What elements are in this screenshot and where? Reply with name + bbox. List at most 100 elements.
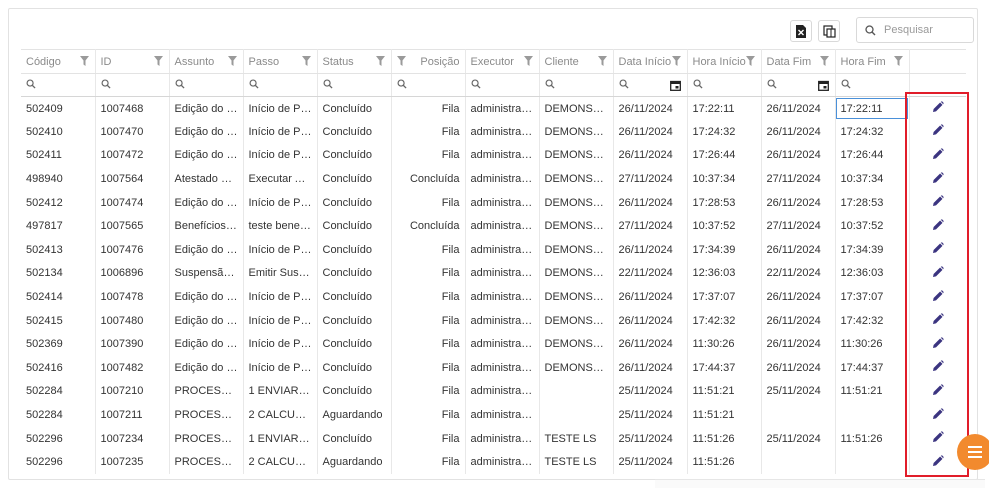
floating-menu-button[interactable] xyxy=(957,434,989,470)
column-chooser-button[interactable] xyxy=(818,20,840,42)
cell-hora-fim xyxy=(835,450,910,474)
edit-action-cell[interactable] xyxy=(909,214,966,238)
edit-pencil-icon[interactable] xyxy=(932,313,944,328)
column-header-data-fim[interactable]: Data Fim xyxy=(761,49,836,74)
filter-funnel-icon[interactable] xyxy=(745,56,755,66)
table-row[interactable]: 502411 1007472 Edição do fu... Início de Pr… xyxy=(21,143,966,168)
edit-pencil-icon[interactable] xyxy=(932,384,944,399)
search-input[interactable] xyxy=(882,23,966,37)
column-header-data-inicio[interactable]: Data Início xyxy=(613,49,688,74)
edit-action-cell[interactable] xyxy=(909,285,966,309)
edit-action-cell[interactable] xyxy=(909,309,966,333)
edit-action-cell[interactable] xyxy=(909,167,966,191)
edit-pencil-icon[interactable] xyxy=(932,337,944,352)
table-row[interactable]: 502369 1007390 Edição do fu... Início de Pr… xyxy=(21,332,966,357)
edit-action-cell[interactable] xyxy=(909,356,966,380)
filter-cell-data-inicio[interactable] xyxy=(613,73,688,97)
edit-action-cell[interactable] xyxy=(909,97,966,121)
filter-cell-codigo[interactable] xyxy=(21,73,96,97)
filter-funnel-icon[interactable] xyxy=(79,56,89,66)
table-row[interactable]: 5022841007211PROCESSO I...2 CALCULAR ...… xyxy=(21,403,966,427)
table-row[interactable]: 502413 1007476 Edição do fu... Início de Pr… xyxy=(21,238,966,262)
filter-funnel-icon[interactable] xyxy=(396,56,406,66)
table-row[interactable]: 502410 1007470 Edição do fu... Início de Pr… xyxy=(21,120,966,144)
cell-data-fim: 27/11/2024 xyxy=(761,214,836,239)
edit-action-cell[interactable] xyxy=(909,380,966,404)
filter-funnel-icon[interactable] xyxy=(153,56,163,66)
table-row[interactable]: 502409 1007468 Edição do fu... Início de Pr… xyxy=(21,96,966,121)
filter-funnel-icon[interactable] xyxy=(819,56,829,66)
edit-pencil-icon[interactable] xyxy=(932,195,944,210)
column-header-assunto[interactable]: Assunto xyxy=(169,49,244,74)
column-header-status[interactable]: Status xyxy=(317,49,392,74)
filter-cell-executor[interactable] xyxy=(465,73,540,97)
filter-cell-passo[interactable] xyxy=(243,73,318,97)
column-header-passo[interactable]: Passo xyxy=(243,49,318,74)
filter-funnel-icon[interactable] xyxy=(523,56,533,66)
edit-pencil-icon[interactable] xyxy=(932,171,944,187)
edit-pencil-icon[interactable] xyxy=(932,219,944,234)
column-header-hora-inicio[interactable]: Hora Início xyxy=(687,49,762,74)
cell-passo: Início de Pro... xyxy=(243,190,318,215)
table-row[interactable]: 497817 1007565 Benefícios d... teste benefi… xyxy=(21,214,966,239)
column-header-cliente[interactable]: Cliente xyxy=(539,49,614,74)
edit-pencil-icon[interactable] xyxy=(932,101,944,116)
edit-action-cell[interactable] xyxy=(909,144,966,168)
table-row[interactable]: 5022961007234PROCESSO I...1 ENVIAR D...C… xyxy=(21,426,966,451)
filter-cell-status[interactable] xyxy=(317,73,392,97)
edit-pencil-icon[interactable] xyxy=(932,360,944,375)
filter-funnel-icon[interactable] xyxy=(375,56,385,66)
table-row[interactable]: 502412 1007474 Edição do fu... Início de Pr… xyxy=(21,190,966,215)
filter-cell-id[interactable] xyxy=(95,73,170,97)
table-row[interactable]: 5022961007235PROCESSO I...2 CALCULAR ...… xyxy=(21,450,966,474)
cell-data-fim: 25/11/2024 xyxy=(761,426,836,451)
edit-action-cell[interactable] xyxy=(909,262,966,286)
calendar-icon[interactable] xyxy=(817,80,829,94)
edit-pencil-icon[interactable] xyxy=(932,289,944,305)
cell-id: 1007470 xyxy=(95,120,170,144)
calendar-icon[interactable] xyxy=(669,80,681,94)
edit-action-cell[interactable] xyxy=(909,332,966,356)
column-header-codigo[interactable]: Código xyxy=(21,49,96,74)
filter-funnel-icon[interactable] xyxy=(893,56,903,66)
table-row[interactable]: 5022841007210PROCESSO I...1 ENVIAR D...C… xyxy=(21,379,966,404)
cell-codigo: 502284 xyxy=(21,403,96,427)
cell-hora-fim: 11:51:26 xyxy=(835,426,910,451)
edit-action-cell[interactable] xyxy=(909,238,966,262)
table-row[interactable]: 502134 1006896 Suspensão 4... Emitir Suspe.… xyxy=(21,261,966,286)
cell-cliente: DEMONSTR... xyxy=(539,238,614,262)
edit-pencil-icon[interactable] xyxy=(932,431,944,446)
excel-export-button[interactable] xyxy=(790,20,812,42)
edit-action-cell[interactable] xyxy=(909,403,966,427)
edit-pencil-icon[interactable] xyxy=(932,266,944,281)
column-header-posicao[interactable]: Posição xyxy=(391,49,466,74)
table-row[interactable]: 502414 1007478 Edição do fu... Início de Pr… xyxy=(21,285,966,309)
filter-funnel-icon[interactable] xyxy=(597,56,607,66)
filter-funnel-icon[interactable] xyxy=(671,56,681,66)
cell-cliente: DEMONSTR... xyxy=(539,356,614,380)
edit-pencil-icon[interactable] xyxy=(932,455,944,470)
cell-codigo: 502296 xyxy=(21,426,96,451)
table-row[interactable]: 502415 1007480 Edição do fu... Início de Pr… xyxy=(21,308,966,333)
filter-funnel-icon[interactable] xyxy=(227,56,237,66)
search-box[interactable] xyxy=(856,17,974,43)
filter-cell-hora-fim[interactable] xyxy=(835,73,910,97)
table-row[interactable]: 498940 1007564 Atestado do ... Executar Ate… xyxy=(21,167,966,191)
column-header-id[interactable]: ID xyxy=(95,49,170,74)
column-header-hora-fim[interactable]: Hora Fim xyxy=(835,49,910,74)
filter-cell-posicao[interactable] xyxy=(391,73,466,97)
edit-pencil-icon[interactable] xyxy=(932,242,944,257)
edit-pencil-icon[interactable] xyxy=(932,148,944,163)
cell-hora-inicio: 17:44:37 xyxy=(687,356,762,380)
edit-pencil-icon[interactable] xyxy=(932,124,944,139)
edit-action-cell[interactable] xyxy=(909,120,966,144)
table-row[interactable]: 502416 1007482 Edição do fu... Início de Pr… xyxy=(21,356,966,380)
edit-pencil-icon[interactable] xyxy=(932,407,944,423)
filter-funnel-icon[interactable] xyxy=(301,56,311,66)
filter-cell-data-fim[interactable] xyxy=(761,73,836,97)
filter-cell-assunto[interactable] xyxy=(169,73,244,97)
filter-cell-hora-inicio[interactable] xyxy=(687,73,762,97)
column-header-executor[interactable]: Executor xyxy=(465,49,540,74)
filter-cell-cliente[interactable] xyxy=(539,73,614,97)
edit-action-cell[interactable] xyxy=(909,191,966,215)
